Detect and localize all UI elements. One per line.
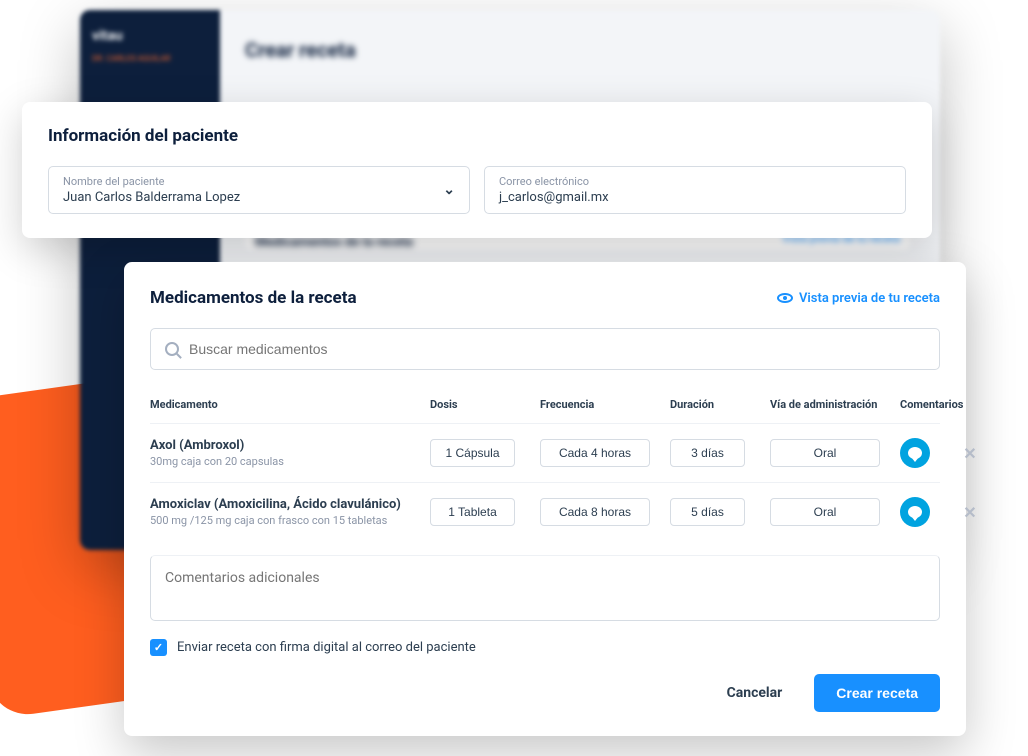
- search-input[interactable]: [189, 341, 925, 357]
- checkmark-icon: ✓: [154, 641, 163, 654]
- medication-name: Axol (Ambroxol): [150, 438, 430, 453]
- th-route: Vía de administración: [770, 398, 900, 411]
- th-duration: Duración: [670, 398, 770, 411]
- delete-row-button[interactable]: ✕: [950, 503, 990, 522]
- patient-email-field[interactable]: Correo electrónico j_carlos@gmail.mx: [484, 166, 906, 214]
- chevron-down-icon: ⌄: [443, 182, 455, 198]
- send-digital-signature-row: ✓ Enviar receta con firma digital al cor…: [150, 639, 940, 656]
- create-recipe-button[interactable]: Crear receta: [814, 674, 940, 712]
- comments-textarea[interactable]: [165, 570, 925, 602]
- eye-icon: [777, 293, 793, 303]
- medication-name: Amoxiclav (Amoxicilina, Ácido clavulánic…: [150, 497, 430, 512]
- duration-input[interactable]: [670, 498, 745, 526]
- medication-row: Axol (Ambroxol) 30mg caja con 20 capsula…: [150, 423, 940, 482]
- duration-input[interactable]: [670, 439, 745, 467]
- actions-row: Cancelar Crear receta: [150, 674, 940, 712]
- patient-name-value: Juan Carlos Balderrama Lopez: [63, 190, 455, 205]
- th-frequency: Frecuencia: [540, 398, 670, 411]
- medication-description: 500 mg /125 mg caja con frasco con 15 ta…: [150, 514, 430, 527]
- send-checkbox[interactable]: ✓: [150, 639, 167, 656]
- patient-email-value: j_carlos@gmail.mx: [499, 190, 891, 205]
- patient-name-select[interactable]: Nombre del paciente Juan Carlos Balderra…: [48, 166, 470, 214]
- medications-title: Medicamentos de la receta: [150, 288, 357, 308]
- patient-info-card: Información del paciente Nombre del paci…: [22, 102, 932, 238]
- medication-row: Amoxiclav (Amoxicilina, Ácido clavulánic…: [150, 482, 940, 541]
- dose-input[interactable]: [430, 439, 515, 467]
- search-icon: [165, 342, 179, 356]
- frequency-input[interactable]: [540, 439, 650, 467]
- background-title: Crear receta: [245, 38, 356, 62]
- search-medications-box[interactable]: [150, 328, 940, 370]
- comment-button[interactable]: [900, 497, 930, 527]
- th-comments: Comentarios: [900, 398, 950, 411]
- dose-input[interactable]: [430, 498, 515, 526]
- patient-name-label: Nombre del paciente: [63, 175, 455, 188]
- preview-recipe-link[interactable]: Vista previa de tu receta: [777, 291, 940, 306]
- delete-row-button[interactable]: ✕: [950, 444, 990, 463]
- background-logo: vitau: [80, 10, 220, 50]
- preview-link-text: Vista previa de tu receta: [799, 291, 940, 306]
- route-input[interactable]: [770, 498, 880, 526]
- comment-button[interactable]: [900, 438, 930, 468]
- patient-email-label: Correo electrónico: [499, 175, 891, 188]
- chat-bubble-icon: [908, 447, 922, 459]
- background-user: DR. CARLOS AGUILAR: [80, 50, 220, 67]
- medications-card: Medicamentos de la receta Vista previa d…: [124, 262, 966, 736]
- th-medication: Medicamento: [150, 398, 430, 411]
- patient-card-title: Información del paciente: [48, 126, 906, 146]
- additional-comments-box[interactable]: [150, 555, 940, 621]
- frequency-input[interactable]: [540, 498, 650, 526]
- chat-bubble-icon: [908, 506, 922, 518]
- medications-table-header: Medicamento Dosis Frecuencia Duración Ví…: [150, 390, 940, 423]
- medication-description: 30mg caja con 20 capsulas: [150, 455, 430, 468]
- send-checkbox-label: Enviar receta con firma digital al corre…: [177, 640, 476, 655]
- th-dose: Dosis: [430, 398, 540, 411]
- route-input[interactable]: [770, 439, 880, 467]
- cancel-button[interactable]: Cancelar: [709, 675, 801, 711]
